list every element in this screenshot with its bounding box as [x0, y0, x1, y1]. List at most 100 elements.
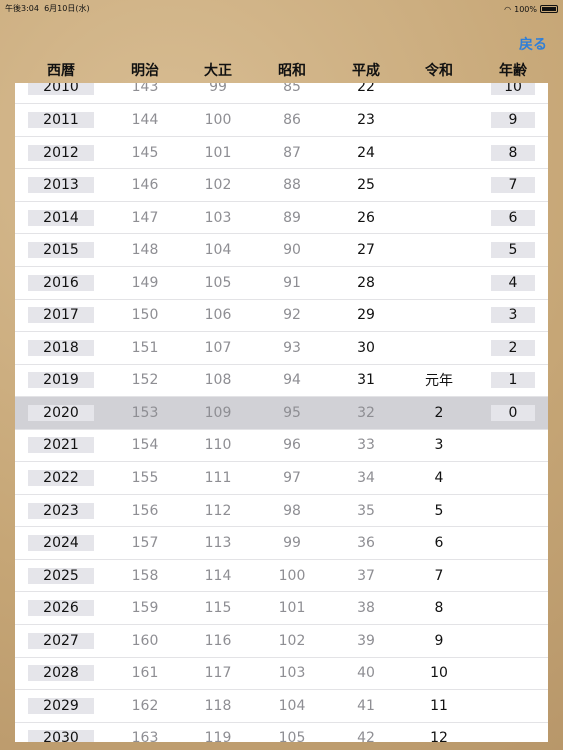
column-headers: 西暦 明治 大正 昭和 平成 令和 年齢 [0, 60, 563, 80]
cell-year: 2018 [28, 339, 94, 356]
cell-age: 4 [491, 274, 535, 291]
cell-age: 10 [491, 83, 535, 96]
table-row[interactable]: 2019 152 108 94 31 元年 1 [15, 365, 548, 398]
cell-age: 6 [491, 209, 535, 226]
cell-reiwa: 8 [434, 600, 444, 617]
cell-meiji: 157 [131, 535, 159, 552]
cell-showa: 103 [278, 665, 306, 682]
cell-year: 2022 [28, 470, 94, 487]
cell-meiji: 145 [131, 144, 159, 161]
cell-year: 2014 [28, 209, 94, 226]
cell-taisho: 117 [204, 665, 232, 682]
table-row[interactable]: 2027 160 116 102 39 9 [15, 625, 548, 658]
cell-year: 2011 [28, 112, 94, 129]
table-row[interactable]: 2011 144 100 86 23 9 [15, 104, 548, 137]
table-row[interactable]: 2016 149 105 91 28 4 [15, 267, 548, 300]
table-row[interactable]: 2013 146 102 88 25 7 [15, 169, 548, 202]
cell-heisei: 24 [357, 144, 375, 161]
table-row[interactable]: 2030 163 119 105 42 12 [15, 723, 548, 742]
cell-heisei: 36 [357, 535, 375, 552]
cell-age: 2 [491, 339, 535, 356]
cell-taisho: 106 [204, 307, 232, 324]
cell-taisho: 101 [204, 144, 232, 161]
cell-year: 2015 [28, 242, 94, 259]
table-row[interactable]: 2029 162 118 104 41 11 [15, 690, 548, 723]
table-row[interactable]: 2020 153 109 95 32 2 0 [15, 397, 548, 430]
cell-heisei: 28 [357, 274, 375, 291]
cell-showa: 101 [278, 600, 306, 617]
cell-heisei: 38 [357, 600, 375, 617]
cell-age [491, 535, 535, 551]
cell-age: 7 [491, 177, 535, 194]
cell-age [491, 568, 535, 584]
battery-percent: 100% [514, 4, 537, 14]
back-button[interactable]: 戻る [519, 34, 547, 54]
cell-year: 2013 [28, 177, 94, 194]
table-row[interactable]: 2018 151 107 93 30 2 [15, 332, 548, 365]
table-row[interactable]: 2010 143 99 85 22 10 [15, 83, 548, 105]
cell-showa: 93 [283, 339, 301, 356]
cell-year: 2024 [28, 535, 94, 552]
battery-icon [540, 5, 558, 13]
table-row[interactable]: 2026 159 115 101 38 8 [15, 592, 548, 625]
cell-showa: 89 [283, 209, 301, 226]
era-table[interactable]: 2010 143 99 85 22 10 2011 144 100 86 23 9 2012 145 101… [15, 83, 548, 742]
cell-showa: 104 [278, 697, 306, 714]
cell-meiji: 160 [131, 632, 159, 649]
cell-showa: 100 [278, 567, 306, 584]
cell-meiji: 163 [131, 730, 159, 742]
cell-reiwa: 9 [434, 632, 444, 649]
cell-year: 2027 [28, 632, 94, 649]
cell-meiji: 158 [131, 567, 159, 584]
table-row[interactable]: 2012 145 101 87 24 8 [15, 137, 548, 170]
cell-reiwa: 12 [430, 730, 448, 742]
table-row[interactable]: 2028 161 117 103 40 10 [15, 658, 548, 691]
cell-meiji: 156 [131, 502, 159, 519]
cell-reiwa: 元年 [425, 373, 453, 390]
cell-heisei: 27 [357, 242, 375, 259]
cell-heisei: 23 [357, 112, 375, 129]
cell-meiji: 159 [131, 600, 159, 617]
table-row[interactable]: 2021 154 110 96 33 3 [15, 430, 548, 463]
header-taisho: 大正 [204, 63, 232, 79]
cell-reiwa: 5 [434, 502, 444, 519]
table-row[interactable]: 2023 156 112 98 35 5 [15, 495, 548, 528]
cell-heisei: 30 [357, 339, 375, 356]
cell-meiji: 155 [131, 470, 159, 487]
cell-heisei: 32 [357, 404, 375, 421]
cell-showa: 88 [283, 177, 301, 194]
cell-heisei: 39 [357, 632, 375, 649]
table-row[interactable]: 2017 150 106 92 29 3 [15, 300, 548, 333]
cell-age: 0 [491, 404, 535, 421]
cell-year: 2028 [28, 665, 94, 682]
cell-meiji: 150 [131, 307, 159, 324]
cell-taisho: 108 [204, 372, 232, 389]
cell-year: 2030 [28, 730, 94, 742]
cell-taisho: 110 [204, 437, 232, 454]
table-row[interactable]: 2015 148 104 90 27 5 [15, 234, 548, 267]
status-date: 6月10日(水) [44, 4, 90, 13]
wifi-icon: ◠ [504, 4, 512, 14]
cell-showa: 96 [283, 437, 301, 454]
cell-meiji: 153 [131, 404, 159, 421]
cell-meiji: 148 [131, 242, 159, 259]
cell-showa: 86 [283, 112, 301, 129]
cell-age [491, 503, 535, 519]
cell-heisei: 34 [357, 470, 375, 487]
cell-meiji: 154 [131, 437, 159, 454]
table-row[interactable]: 2022 155 111 97 34 4 [15, 462, 548, 495]
table-row[interactable]: 2025 158 114 100 37 7 [15, 560, 548, 593]
cell-meiji: 162 [131, 697, 159, 714]
cell-showa: 91 [283, 274, 301, 291]
cell-showa: 102 [278, 632, 306, 649]
cell-taisho: 105 [204, 274, 232, 291]
cell-age: 8 [491, 144, 535, 161]
cell-heisei: 26 [357, 209, 375, 226]
cell-year: 2029 [28, 697, 94, 714]
cell-age: 1 [491, 372, 535, 389]
table-row[interactable]: 2014 147 103 89 26 6 [15, 202, 548, 235]
cell-taisho: 116 [204, 632, 232, 649]
table-row[interactable]: 2024 157 113 99 36 6 [15, 527, 548, 560]
cell-heisei: 37 [357, 567, 375, 584]
cell-reiwa: 2 [434, 404, 444, 421]
